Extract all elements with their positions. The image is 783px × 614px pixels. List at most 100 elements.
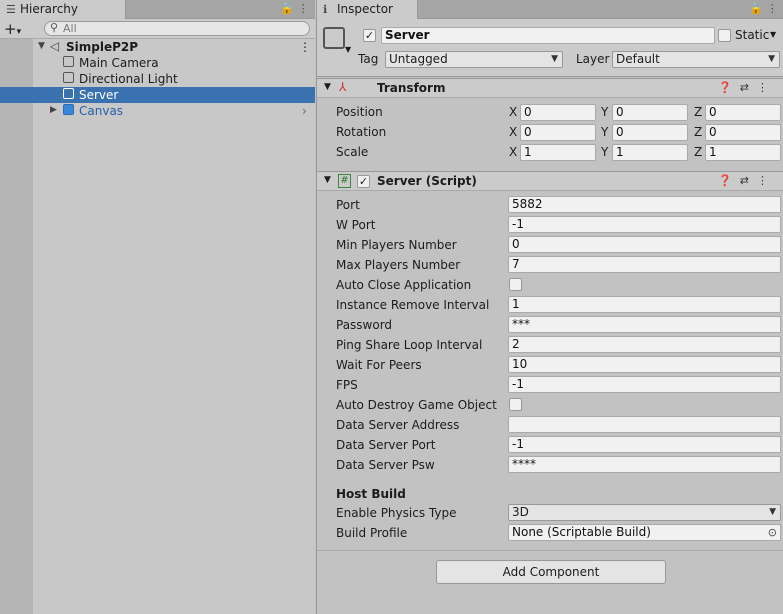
static-dropdown-icon[interactable]: ▼ bbox=[770, 30, 776, 39]
axis-z-label: Z bbox=[694, 125, 703, 139]
position-y-field[interactable]: 0 bbox=[612, 104, 688, 121]
transform-header[interactable]: ▼ ⅄ Transform ❓⇄⋮ bbox=[317, 78, 783, 98]
physics-type-label: Enable Physics Type bbox=[336, 506, 457, 520]
list-icon: ☰ bbox=[6, 3, 16, 16]
layer-dropdown[interactable]: Default ▼ bbox=[612, 51, 780, 68]
transform-axes-icon: ⅄ bbox=[339, 80, 347, 94]
data-server-address-label: Data Server Address bbox=[336, 418, 460, 432]
layer-label: Layer bbox=[576, 52, 610, 66]
password-field[interactable]: *** bbox=[508, 316, 781, 333]
axis-x-label: X bbox=[509, 145, 518, 159]
max-players-field[interactable]: 7 bbox=[508, 256, 781, 273]
axis-x-label: X bbox=[509, 105, 518, 119]
lock-menu-icon[interactable]: 🔒⋮ bbox=[280, 2, 313, 15]
scale-x-field[interactable]: 1 bbox=[520, 144, 596, 161]
object-picker-icon[interactable]: ⊙ bbox=[768, 525, 777, 540]
wport-label: W Port bbox=[336, 218, 376, 232]
script-hash-icon: # bbox=[338, 174, 351, 188]
search-input[interactable]: ⚲ All bbox=[44, 21, 310, 36]
auto-destroy-label: Auto Destroy Game Object bbox=[336, 398, 497, 412]
hierarchy-tabbar: ☰ Hierarchy 🔒⋮ bbox=[0, 0, 315, 19]
static-label: Static bbox=[735, 28, 770, 42]
object-header: ▼ ✓ Server Static ▼ Tag Untagged ▼ Layer … bbox=[317, 19, 783, 77]
tree-gutter bbox=[0, 39, 33, 614]
list-item[interactable]: Directional Light bbox=[0, 71, 315, 87]
create-button[interactable]: +▾ bbox=[4, 20, 21, 38]
data-server-address-field[interactable] bbox=[508, 416, 781, 433]
tag-dropdown[interactable]: Untagged ▼ bbox=[385, 51, 563, 68]
scale-z-field[interactable]: 1 bbox=[705, 144, 781, 161]
physics-type-dropdown[interactable]: 3D ▼ bbox=[508, 504, 781, 521]
axis-z-label: Z bbox=[694, 145, 703, 159]
list-item-selected[interactable]: Server bbox=[0, 87, 315, 103]
search-icon: ⚲ bbox=[50, 21, 59, 34]
data-server-psw-field[interactable]: **** bbox=[508, 456, 781, 473]
instance-remove-field[interactable]: 1 bbox=[508, 296, 781, 313]
port-field[interactable]: 5882 bbox=[508, 196, 781, 213]
expand-arrow-icon[interactable]: ▶ bbox=[47, 104, 60, 117]
max-players-label: Max Players Number bbox=[336, 258, 461, 272]
rotation-label: Rotation bbox=[336, 125, 387, 139]
inspector-panel: ℹ Inspector 🔒⋮ ▼ ✓ Server Static ▼ Tag Un… bbox=[316, 0, 783, 614]
unity-scene-icon: ◁ bbox=[49, 39, 60, 53]
fps-field[interactable]: -1 bbox=[508, 376, 781, 393]
min-players-label: Min Players Number bbox=[336, 238, 457, 252]
object-name-field[interactable]: Server bbox=[381, 27, 715, 44]
wport-field[interactable]: -1 bbox=[508, 216, 781, 233]
data-server-port-field[interactable]: -1 bbox=[508, 436, 781, 453]
axis-y-label: Y bbox=[601, 125, 609, 139]
scene-menu-icon[interactable]: ⋮ bbox=[299, 39, 311, 55]
info-icon: ℹ bbox=[323, 3, 328, 16]
hierarchy-panel: ☰ Hierarchy 🔒⋮ +▾ ⚲ All ▼ ◁ SimpleP2P ⋮ M… bbox=[0, 0, 315, 614]
ping-share-field[interactable]: 2 bbox=[508, 336, 781, 353]
foldout-arrow-icon[interactable]: ▼ bbox=[324, 82, 331, 92]
fps-label: FPS bbox=[336, 378, 358, 392]
wait-peers-label: Wait For Peers bbox=[336, 358, 422, 372]
server-script-header[interactable]: ▼ # ✓ Server (Script) ❓⇄⋮ bbox=[317, 171, 783, 191]
chevron-down-icon: ▼ bbox=[768, 54, 775, 64]
scale-label: Scale bbox=[336, 145, 369, 159]
rotation-x-field[interactable]: 0 bbox=[520, 124, 596, 141]
script-enabled-checkbox[interactable]: ✓ bbox=[357, 175, 370, 188]
chevron-right-icon[interactable]: › bbox=[302, 103, 307, 119]
lock-menu-icon[interactable]: 🔒⋮ bbox=[749, 2, 782, 15]
port-label: Port bbox=[336, 198, 360, 212]
scene-row[interactable]: ▼ ◁ SimpleP2P ⋮ bbox=[0, 39, 315, 55]
foldout-arrow-icon[interactable]: ▼ bbox=[324, 175, 331, 185]
list-item[interactable]: Main Camera bbox=[0, 55, 315, 71]
static-checkbox[interactable] bbox=[718, 29, 731, 42]
hierarchy-toolbar: +▾ ⚲ All bbox=[0, 19, 315, 39]
gameobject-icon bbox=[62, 88, 75, 101]
build-profile-field[interactable]: None (Scriptable Build) ⊙ bbox=[508, 524, 781, 541]
tab-inspector[interactable]: ℹ Inspector bbox=[317, 0, 418, 19]
add-component-button[interactable]: Add Component bbox=[436, 560, 666, 584]
active-checkbox[interactable]: ✓ bbox=[363, 29, 376, 42]
list-item[interactable]: ▶ Canvas › bbox=[0, 103, 315, 119]
min-players-field[interactable]: 0 bbox=[508, 236, 781, 253]
axis-y-label: Y bbox=[601, 105, 609, 119]
wait-peers-field[interactable]: 10 bbox=[508, 356, 781, 373]
auto-close-checkbox[interactable] bbox=[509, 278, 522, 291]
ping-share-label: Ping Share Loop Interval bbox=[336, 338, 483, 352]
host-build-heading: Host Build bbox=[336, 487, 406, 501]
tag-label: Tag bbox=[358, 52, 379, 66]
component-tools-icons[interactable]: ❓⇄⋮ bbox=[718, 81, 776, 94]
position-z-field[interactable]: 0 bbox=[705, 104, 781, 121]
expand-arrow-icon[interactable]: ▼ bbox=[35, 40, 48, 53]
icon-dropdown-icon[interactable]: ▼ bbox=[345, 45, 351, 54]
gameobject-large-icon bbox=[323, 27, 345, 49]
axis-x-label: X bbox=[509, 125, 518, 139]
build-profile-label: Build Profile bbox=[336, 526, 408, 540]
prefab-cube-icon bbox=[62, 104, 75, 117]
component-tools-icons[interactable]: ❓⇄⋮ bbox=[718, 174, 776, 187]
tab-hierarchy[interactable]: ☰ Hierarchy bbox=[0, 0, 126, 19]
position-label: Position bbox=[336, 105, 383, 119]
chevron-down-icon: ▼ bbox=[551, 54, 558, 64]
rotation-y-field[interactable]: 0 bbox=[612, 124, 688, 141]
position-x-field[interactable]: 0 bbox=[520, 104, 596, 121]
rotation-z-field[interactable]: 0 bbox=[705, 124, 781, 141]
auto-destroy-checkbox[interactable] bbox=[509, 398, 522, 411]
data-server-port-label: Data Server Port bbox=[336, 438, 436, 452]
gameobject-icon bbox=[62, 56, 75, 69]
scale-y-field[interactable]: 1 bbox=[612, 144, 688, 161]
